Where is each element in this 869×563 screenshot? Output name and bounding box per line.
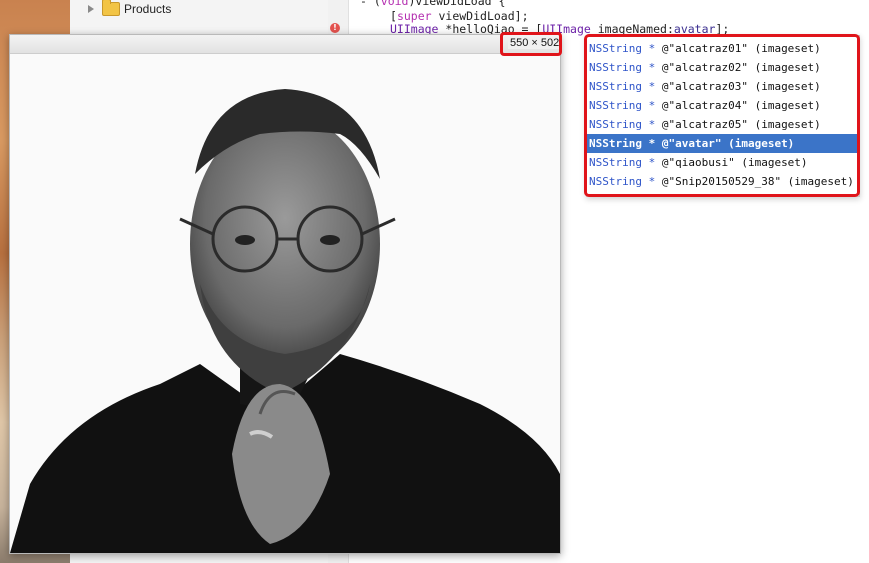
preview-title-bar xyxy=(10,35,560,54)
autocomplete-item-text: @"alcatraz01" (imageset) xyxy=(655,42,821,55)
autocomplete-item[interactable]: NSString * @"alcatraz05" (imageset) xyxy=(587,115,859,134)
code-token: )viewDidLoad { xyxy=(408,0,506,8)
code-identifier: avatar xyxy=(673,22,716,36)
autocomplete-item[interactable]: NSString * @"alcatraz02" (imageset) xyxy=(587,58,859,77)
error-icon[interactable]: ! xyxy=(330,23,340,33)
autocomplete-item-text: @"alcatraz05" (imageset) xyxy=(655,118,821,131)
autocomplete-item-text: @"qiaobusi" (imageset) xyxy=(655,156,808,169)
autocomplete-item-text: @"Snip20150529_38" (imageset) xyxy=(655,175,854,188)
code-keyword: super xyxy=(396,9,432,23)
code-token: viewDidLoad]; xyxy=(431,9,529,23)
autocomplete-item-text: @"alcatraz03" (imageset) xyxy=(655,80,821,93)
autocomplete-item[interactable]: NSString * @"alcatraz04" (imageset) xyxy=(587,96,859,115)
autocomplete-item[interactable]: NSString * @"qiaobusi" (imageset) xyxy=(587,153,859,172)
code-token: ]; xyxy=(715,22,730,36)
disclosure-triangle-icon[interactable] xyxy=(88,5,94,13)
autocomplete-item[interactable]: NSString * @"alcatraz03" (imageset) xyxy=(587,77,859,96)
autocomplete-type-label: NSString * xyxy=(589,118,656,131)
autocomplete-item[interactable]: NSString * @"avatar" (imageset) xyxy=(587,134,859,153)
autocomplete-list[interactable]: NSString * @"alcatraz01" (imageset) NSStr… xyxy=(586,35,860,197)
portrait-image xyxy=(10,54,560,553)
navigator-item-products[interactable]: Products xyxy=(88,0,171,18)
autocomplete-item[interactable]: NSString * @"alcatraz01" (imageset) xyxy=(587,39,859,58)
autocomplete-type-label: NSString * xyxy=(589,61,656,74)
navigator-item-label: Products xyxy=(124,2,172,16)
autocomplete-type-label: NSString * xyxy=(589,42,656,55)
folder-icon xyxy=(102,0,120,16)
code-token: [ xyxy=(390,9,397,23)
autocomplete-item-text: @"alcatraz02" (imageset) xyxy=(655,61,821,74)
autocomplete-type-label: NSString * xyxy=(589,137,656,150)
autocomplete-type-label: NSString * xyxy=(589,175,656,188)
autocomplete-type-label: NSString * xyxy=(589,99,656,112)
image-preview-popover xyxy=(9,34,561,554)
code-line-2: [super viewDidLoad]; xyxy=(390,9,529,23)
code-token: imageNamed: xyxy=(590,22,674,36)
code-keyword: void xyxy=(380,0,409,8)
autocomplete-item-text: @"alcatraz04" (imageset) xyxy=(655,99,821,112)
code-token: - ( xyxy=(360,0,381,8)
code-line-1: - (void)viewDidLoad { xyxy=(360,0,505,8)
autocomplete-type-label: NSString * xyxy=(589,80,656,93)
autocomplete-item[interactable]: NSString * @"Snip20150529_38" (imageset) xyxy=(587,172,859,191)
autocomplete-item-text: @"avatar" (imageset) xyxy=(655,137,795,150)
autocomplete-type-label: NSString * xyxy=(589,156,656,169)
dimensions-highlight-box xyxy=(500,32,562,56)
